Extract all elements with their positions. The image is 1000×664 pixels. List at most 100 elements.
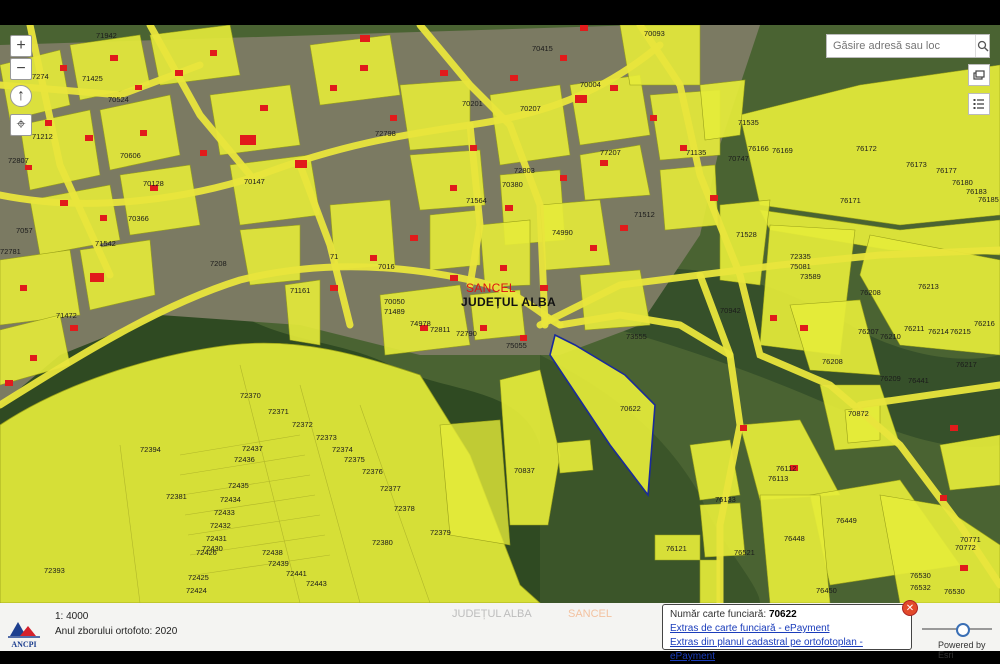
parcel-number-label[interactable]: 70004 [580,81,601,89]
parcel-number-label[interactable]: 76214 [928,328,949,336]
parcel-number-label[interactable]: 71489 [384,308,405,316]
parcel-number-label[interactable]: 71564 [466,197,487,205]
parcel-number-label[interactable]: 72376 [362,468,383,476]
parcel-number-label[interactable]: 70207 [520,105,541,113]
parcel-number-label[interactable]: 72379 [430,529,451,537]
parcel-number-label[interactable]: 72437 [242,445,263,453]
parcel-number-label[interactable]: 71212 [32,133,53,141]
parcel-number-label[interactable]: 72441 [286,570,307,578]
search-input[interactable] [827,36,975,56]
parcel-number-label[interactable]: 71161 [290,287,310,295]
parcel-number-label[interactable]: 7208 [210,260,227,268]
parcel-number-label[interactable]: 76217 [956,361,977,369]
parcel-number-label[interactable]: 72424 [186,587,207,595]
parcel-number-label[interactable]: 72394 [140,446,161,454]
parcel-number-label[interactable]: 72431 [206,535,227,543]
map-view[interactable]: 71942 70524 71425 71212 7274 72807 70606 70128 7… [0,25,1000,603]
parcel-number-label[interactable]: 70837 [514,467,535,475]
parcel-number-label[interactable]: 72374 [332,446,353,454]
parcel-number-label[interactable]: 72803 [514,167,535,175]
parcel-number-label[interactable]: 75055 [506,342,527,350]
north-arrow-button[interactable]: ↑ [10,85,32,107]
parcel-number-label[interactable]: 76532 [910,584,931,592]
parcel-number-label[interactable]: 76450 [816,587,837,595]
parcel-number-label[interactable]: 72443 [306,580,327,588]
parcel-number-label[interactable]: 71 [330,253,338,261]
parcel-number-label[interactable]: 70050 [384,298,405,306]
parcel-number-label[interactable]: 76216 [974,320,995,328]
parcel-number-label[interactable]: 71135 [686,149,706,157]
parcel-number-label[interactable]: 70366 [128,215,149,223]
parcel-number-label[interactable]: 76530 [944,588,965,596]
parcel-number-label[interactable]: 77207 [600,149,621,157]
parcel-number-label[interactable]: 74978 [410,320,431,328]
parcel-number-label[interactable]: 72432 [210,522,231,530]
parcel-number-label[interactable]: 76180 [952,179,973,187]
parcel-number-label[interactable]: 75081 [790,263,811,271]
parcel-number-label[interactable]: 70093 [644,30,665,38]
locate-button[interactable]: ⌖ [10,114,32,136]
parcel-number-label[interactable]: 72790 [456,330,477,338]
parcel-number-label[interactable]: 72393 [44,567,65,575]
zoom-out-button[interactable]: − [10,58,32,80]
parcel-number-label[interactable]: 72381 [166,493,187,501]
parcel-number-label[interactable]: 72798 [375,130,396,138]
extract-cf-link[interactable]: Extras de carte funciară - ePayment [670,622,904,636]
parcel-number-label[interactable]: 72372 [292,421,313,429]
parcel-number-label[interactable]: 72377 [380,485,401,493]
parcel-number-label[interactable]: 72781 [0,248,21,256]
parcel-number-label[interactable]: 72380 [372,539,393,547]
parcel-number-label[interactable]: 70147 [244,178,265,186]
parcel-number-label[interactable]: 70772 [955,544,976,552]
parcel-number-label[interactable]: 72335 [790,253,811,261]
parcel-number-label[interactable]: 70524 [108,96,129,104]
parcel-number-label[interactable]: 72373 [316,434,337,442]
parcel-number-label[interactable]: 70942 [720,307,741,315]
parcel-number-label[interactable]: 76208 [822,358,843,366]
parcel-number-label[interactable]: 71528 [736,231,757,239]
slider-knob[interactable] [956,623,970,637]
parcel-number-label[interactable]: 71425 [82,75,103,83]
parcel-number-label[interactable]: 70747 [728,155,749,163]
parcel-number-label[interactable]: 70415 [532,45,553,53]
parcel-number-label[interactable]: 76169 [772,147,793,155]
parcel-number-label[interactable]: 7016 [378,263,395,271]
parcel-number-label[interactable]: 76171 [840,197,861,205]
extract-cadastral-link[interactable]: Extras din planul cadastral pe ortofotop… [670,636,904,664]
parcel-number-label[interactable]: 76530 [910,572,931,580]
parcel-number-label[interactable]: 70606 [120,152,141,160]
parcel-number-label[interactable]: 7274 [32,73,49,81]
parcel-number-label[interactable]: 72371 [268,408,289,416]
parcel-number-label[interactable]: 76211 [904,325,924,333]
parcel-number-label[interactable]: 70380 [502,181,523,189]
parcel-number-label[interactable]: 76173 [906,161,927,169]
parcel-number-label[interactable]: 76185 [978,196,999,204]
parcel-number-label[interactable]: 72370 [240,392,261,400]
parcel-number-label[interactable]: 76121 [666,545,687,553]
parcel-number-label[interactable]: 72811 [430,326,450,334]
parcel-number-label[interactable]: 74990 [552,229,573,237]
parcel-number-label[interactable]: 72435 [228,482,249,490]
parcel-number-label[interactable]: 76213 [918,283,939,291]
parcel-number-label[interactable]: 76448 [784,535,805,543]
parcel-number-label[interactable]: 76521 [734,549,755,557]
parcel-number-label[interactable]: 72439 [268,560,289,568]
parcel-number-label[interactable]: 76207 [858,328,879,336]
parcel-number-label[interactable]: 72433 [214,509,235,517]
parcel-number-label[interactable]: 71542 [95,240,116,248]
parcel-number-label[interactable]: 72378 [394,505,415,513]
opacity-slider[interactable] [922,623,992,637]
parcel-number-label[interactable]: 71535 [738,119,759,127]
parcel-number-label[interactable]: 72434 [220,496,241,504]
parcel-number-label[interactable]: 71942 [96,32,117,40]
parcel-number-label[interactable]: 71512 [634,211,655,219]
address-search[interactable] [826,34,990,58]
parcel-number-label[interactable]: 72375 [344,456,365,464]
parcel-number-label[interactable]: 72425 [188,574,209,582]
parcel-number-label[interactable]: 70872 [848,410,869,418]
parcel-number-label[interactable]: 76112 [776,465,796,473]
parcel-number-label[interactable]: 7057 [16,227,33,235]
parcel-number-label[interactable]: 76210 [880,333,901,341]
parcel-number-label[interactable]: 72438 [262,549,283,557]
parcel-number-label[interactable]: 70201 [462,100,483,108]
